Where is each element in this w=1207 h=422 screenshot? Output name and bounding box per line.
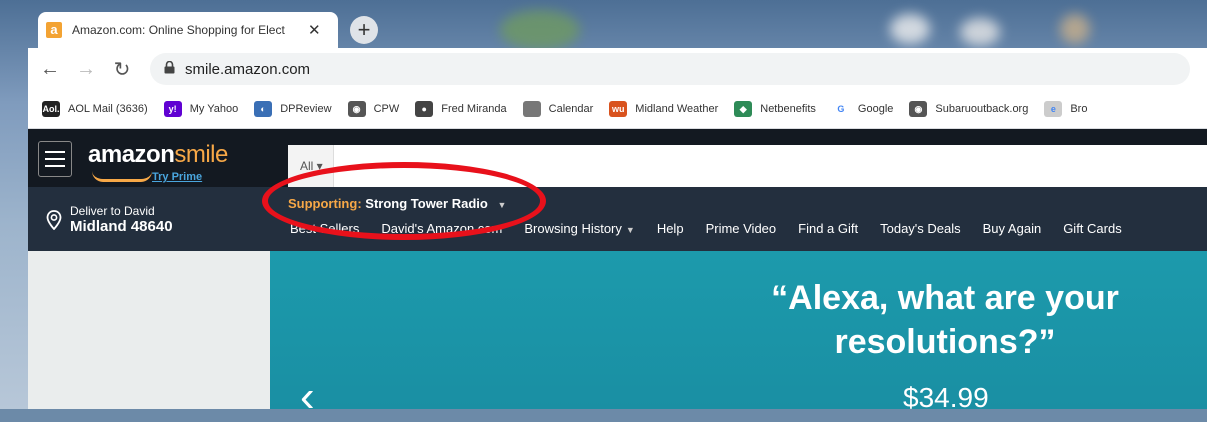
forward-icon[interactable]: → (72, 58, 100, 81)
caret-down-icon: ▼ (625, 225, 635, 235)
weather-icon: wu (609, 101, 628, 117)
bookmark-label: My Yahoo (189, 103, 239, 115)
bookmark-item[interactable]: ◐ DPReview (254, 101, 332, 117)
bookmark-label: CPW (373, 103, 400, 115)
nav-link[interactable]: Best Sellers (290, 221, 359, 236)
bookmark-label: DPReview (280, 103, 332, 115)
location-pin-icon (46, 210, 62, 230)
amazonsmile-logo[interactable]: amazonsmile Try Prime (88, 141, 228, 183)
search-box[interactable]: All ▾ (288, 145, 1207, 187)
apple-icon (522, 101, 541, 117)
nav-link[interactable]: David's Amazon.com (381, 221, 502, 236)
bookmark-item[interactable]: ◉ Subaruoutback.org (909, 101, 1028, 117)
bookmark-label: Calendar (548, 103, 594, 115)
new-tab-button[interactable]: + (350, 16, 378, 44)
nav-links: Best Sellers David's Amazon.com Browsing H… (290, 221, 1144, 236)
deliver-to-location[interactable]: Deliver to David Midland 48640 (46, 205, 173, 235)
bookmark-item[interactable]: y! My Yahoo (163, 101, 239, 117)
bookmark-label: Netbenefits (760, 103, 816, 115)
menu-icon[interactable] (38, 141, 72, 177)
hero-price: $34.99 (903, 382, 989, 413)
url-text: smile.amazon.com (185, 60, 311, 78)
amazon-favicon-icon: a (46, 22, 62, 38)
bookmark-label: Subaruoutback.org (935, 103, 1029, 115)
dpreview-icon: ◐ (254, 101, 273, 117)
lock-icon[interactable] (164, 60, 175, 77)
nav-link[interactable]: Buy Again (983, 221, 1042, 236)
search-category-dropdown[interactable]: All ▾ (288, 145, 334, 187)
nav-link[interactable]: Prime Video (706, 221, 777, 236)
browser-toolbar: ← → ↻ smile.amazon.com (28, 48, 1207, 90)
nav-link[interactable]: Browsing History ▼ (524, 221, 634, 236)
bookmark-label: Midland Weather (635, 103, 719, 115)
close-icon[interactable]: ✕ (308, 21, 321, 39)
supporting-charity[interactable]: Supporting: Strong Tower Radio ▼ (288, 196, 506, 211)
bookmark-item[interactable]: ● Fred Miranda (415, 101, 507, 117)
bookmark-label: AOL Mail (3636) (68, 103, 148, 115)
carousel-prev-icon[interactable]: ‹ (300, 372, 315, 422)
bookmark-label: Bro (1070, 103, 1088, 115)
bookmark-item[interactable]: Aol. AOL Mail (3636) (42, 101, 148, 117)
nav-link[interactable]: Today's Deals (880, 221, 961, 236)
bookmark-item[interactable]: Calendar (522, 101, 594, 117)
supporting-value: Strong Tower Radio (365, 196, 488, 211)
try-prime-link[interactable]: Try Prime (152, 171, 202, 183)
bookmark-label: Google (857, 103, 894, 115)
nav-link[interactable]: Gift Cards (1063, 221, 1122, 236)
bookmark-label: Fred Miranda (441, 103, 507, 115)
fredmiranda-icon: ● (415, 101, 434, 117)
caret-down-icon: ▼ (497, 200, 507, 210)
globe-icon: ◉ (347, 101, 366, 117)
smile-arrow-icon (92, 171, 152, 182)
bookmarks-bar: Aol. AOL Mail (3636) y! My Yahoo ◐ DPReview ◉ C… (28, 90, 1207, 129)
amazon-header: amazonsmile Try Prime All ▾ (28, 129, 1207, 187)
yahoo-icon: y! (163, 101, 182, 117)
deliver-location: Midland 48640 (70, 218, 173, 235)
amazon-nav-belt: Deliver to David Midland 48640 Supportin… (28, 187, 1207, 251)
nav-link[interactable]: Find a Gift (798, 221, 858, 236)
google-icon: G (831, 101, 850, 117)
bookmark-item[interactable]: ◉ CPW (347, 101, 400, 117)
tab-title: Amazon.com: Online Shopping for Elect (72, 23, 285, 37)
browser-tab[interactable]: a Amazon.com: Online Shopping for Elect … (38, 12, 338, 48)
nav-link[interactable]: Help (657, 221, 684, 236)
bookmark-item[interactable]: e Bro (1044, 101, 1087, 117)
reload-icon[interactable]: ↻ (108, 57, 136, 82)
tab-strip: a Amazon.com: Online Shopping for Elect … (28, 10, 1207, 48)
globe-icon: ◉ (909, 101, 928, 117)
deliver-to-label: Deliver to David (70, 204, 155, 218)
bookmark-item[interactable]: ◆ Netbenefits (734, 101, 816, 117)
bookmark-item[interactable]: G Google (831, 101, 894, 117)
aol-icon: Aol. (42, 101, 60, 117)
bookmark-item[interactable]: wu Midland Weather (609, 101, 718, 117)
supporting-label: Supporting: (288, 196, 362, 211)
netbenefits-icon: ◆ (734, 101, 753, 117)
page-icon: e (1044, 101, 1063, 117)
back-icon[interactable]: ← (36, 58, 64, 81)
address-bar[interactable]: smile.amazon.com (150, 53, 1190, 85)
hero-headline: “Alexa, what are your resolutions?” (771, 279, 1119, 361)
